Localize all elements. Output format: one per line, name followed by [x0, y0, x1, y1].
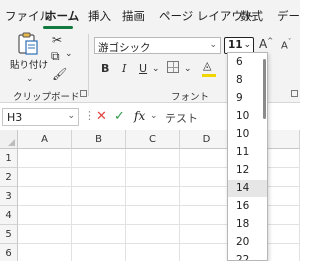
row-header-6[interactable]: 6: [0, 244, 18, 261]
chevron-down-icon: ⌄: [209, 40, 217, 50]
row-header-5[interactable]: 5: [0, 225, 18, 244]
chevron-down-icon[interactable]: ⌄: [184, 64, 192, 74]
tab-insert[interactable]: 挿入: [88, 8, 111, 24]
font-size-option[interactable]: 16: [228, 198, 267, 215]
sheet-cell[interactable]: [126, 244, 180, 261]
font-dialog-launcher-icon[interactable]: [291, 90, 298, 97]
name-box-value: H3: [7, 111, 23, 124]
tab-data[interactable]: データ: [277, 8, 300, 24]
excel-window: ファイル ホーム 挿入 描画 ページ レイアウト 数式 データ 貼り付け ⌄ ✂…: [0, 0, 300, 261]
font-size-option[interactable]: 18: [228, 216, 267, 233]
sheet-cell[interactable]: [126, 149, 180, 168]
sheet-cell[interactable]: [180, 244, 234, 261]
sheet-cell[interactable]: [72, 187, 126, 206]
paste-button[interactable]: 貼り付け ⌄: [10, 32, 49, 84]
column-header-d[interactable]: D: [180, 130, 234, 149]
chevron-down-icon: ⌄: [243, 40, 251, 50]
sheet-cell[interactable]: [126, 225, 180, 244]
sheet-cell[interactable]: [126, 187, 180, 206]
sheet-cell[interactable]: [72, 149, 126, 168]
fill-color-swatch: [202, 74, 216, 77]
cut-icon[interactable]: ✂: [52, 33, 62, 47]
bold-button[interactable]: B: [101, 62, 109, 75]
font-size-option[interactable]: 12: [228, 162, 267, 179]
font-size-option[interactable]: 20: [228, 234, 267, 251]
dropdown-scrollbar[interactable]: [263, 59, 266, 119]
name-box[interactable]: H3 ⌄: [2, 108, 79, 126]
sheet-cell[interactable]: [72, 225, 126, 244]
clipboard-dialog-launcher-icon[interactable]: [80, 90, 87, 97]
clipboard-group-label: クリップボード: [13, 92, 80, 103]
active-tab-indicator: [43, 26, 73, 29]
font-group-label: フォント: [171, 92, 210, 103]
row-header-3[interactable]: 3: [0, 187, 18, 206]
chevron-down-icon[interactable]: ⌄: [152, 64, 160, 74]
underline-button[interactable]: U: [139, 62, 147, 75]
chevron-down-icon[interactable]: ⌄: [150, 111, 158, 121]
sheet-cell[interactable]: [180, 206, 234, 225]
font-name-value: 游ゴシック: [98, 42, 151, 54]
group-separator: [88, 34, 89, 96]
ribbon-tabs: ファイル ホーム 挿入 描画 ページ レイアウト 数式 データ: [0, 0, 300, 30]
insert-function-icon[interactable]: fx: [134, 109, 145, 123]
increase-font-size-button[interactable]: A^: [259, 37, 273, 51]
enter-check-icon[interactable]: ✓: [114, 109, 125, 124]
tab-home[interactable]: ホーム: [45, 8, 79, 24]
row-header-2[interactable]: 2: [0, 168, 18, 187]
tab-draw[interactable]: 描画: [122, 8, 145, 24]
font-size-option[interactable]: 9: [228, 90, 267, 107]
font-size-option[interactable]: 10: [228, 108, 267, 125]
sheet-cell[interactable]: [18, 225, 72, 244]
sheet-cell[interactable]: [180, 149, 234, 168]
cancel-icon[interactable]: ✕: [96, 109, 107, 124]
sheet-cell[interactable]: [72, 206, 126, 225]
sheet-cell[interactable]: [18, 244, 72, 261]
italic-button[interactable]: I: [122, 62, 126, 75]
sheet-cell[interactable]: [126, 168, 180, 187]
tab-formulas[interactable]: 数式: [240, 8, 263, 24]
fill-color-icon[interactable]: ◬: [203, 59, 211, 72]
row-header-1[interactable]: 1: [0, 149, 18, 168]
sheet-cell[interactable]: [180, 187, 234, 206]
formula-input[interactable]: テスト: [165, 110, 198, 126]
font-size-option[interactable]: 11: [228, 144, 267, 161]
font-name-select[interactable]: 游ゴシック ⌄: [94, 37, 221, 54]
row-header-4[interactable]: 4: [0, 206, 18, 225]
sheet-cell[interactable]: [72, 168, 126, 187]
font-size-option[interactable]: 6: [228, 54, 267, 71]
decrease-font-size-button[interactable]: Aˇ: [281, 38, 291, 51]
chevron-down-icon: ⌄: [67, 111, 75, 121]
sheet-cell[interactable]: [126, 206, 180, 225]
font-size-option-highlighted[interactable]: 14: [228, 180, 267, 197]
paste-label: 貼り付け: [10, 60, 49, 71]
sheet-cell[interactable]: [72, 244, 126, 261]
format-painter-icon[interactable]: 🖌: [52, 67, 67, 81]
more-options-icon[interactable]: ⋮: [84, 109, 95, 122]
increase-font-size-glyph: A: [259, 37, 268, 51]
font-size-option[interactable]: 10: [228, 126, 267, 143]
font-size-option[interactable]: 22: [228, 252, 267, 260]
chevron-down-icon[interactable]: ⌄: [65, 49, 73, 59]
sheet-cell[interactable]: [18, 149, 72, 168]
select-all-button[interactable]: [0, 130, 18, 149]
font-size-value: 11: [228, 39, 243, 51]
font-size-option[interactable]: 8: [228, 72, 267, 89]
sheet-cell[interactable]: [18, 206, 72, 225]
sheet-cell[interactable]: [18, 187, 72, 206]
decrease-font-size-glyph: A: [281, 40, 288, 52]
column-header-b[interactable]: B: [72, 130, 126, 149]
borders-icon[interactable]: [167, 61, 179, 73]
font-size-dropdown: 6 8 9 10 10 11 12 14 16 18 20 22: [227, 52, 268, 261]
sheet-cell[interactable]: [180, 168, 234, 187]
clipboard-icon: [18, 32, 38, 55]
sheet-cell[interactable]: [180, 225, 234, 244]
copy-icon[interactable]: ⧉: [51, 49, 60, 64]
column-header-c[interactable]: C: [126, 130, 180, 149]
chevron-down-icon: ⌄: [26, 74, 34, 84]
column-header-a[interactable]: A: [18, 130, 72, 149]
sheet-cell[interactable]: [18, 168, 72, 187]
